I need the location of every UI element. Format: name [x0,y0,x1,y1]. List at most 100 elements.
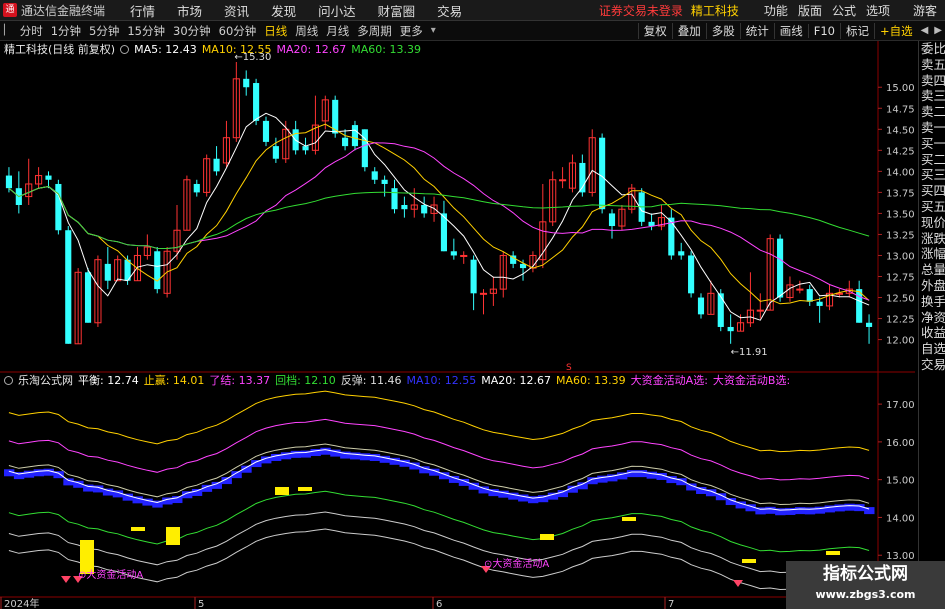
blue-band-block [63,478,74,486]
candle-body-up [796,288,804,291]
ind-ma60-label: MA60: 13.39 [555,373,626,387]
blue-band-block [369,453,381,461]
ind-ma10-label: MA10: 12.55 [406,373,477,387]
period-weekly[interactable]: 周线 [291,23,322,39]
menu-item-news[interactable]: 资讯 [213,1,260,20]
quote-field-18: 收益 [921,325,945,341]
period-30min[interactable]: 30分钟 [169,23,215,39]
settings-circle-icon[interactable] [120,44,130,54]
candle-body-down [816,301,823,306]
candle-body-down [154,251,161,290]
period-daily[interactable]: 日线 [260,23,291,39]
app-logo-icon: 通 [3,3,17,17]
candle-body-down [697,297,705,315]
blue-band-block [290,450,302,458]
quote-field-7: 买二 [921,151,945,167]
menu-item-discover[interactable]: 发现 [260,1,307,20]
collapse-arrow-icon[interactable]: ▏ [0,25,16,36]
quote-field-9: 买四 [921,183,945,199]
quote-field-4: 卖二 [921,104,945,120]
blue-band-block [636,470,648,478]
period-60min[interactable]: 60分钟 [215,23,261,39]
candle-body-down [361,129,368,168]
candle-body-down [45,175,52,180]
prev-icon[interactable]: ◀ [918,25,932,36]
quote-field-6: 买一 [921,135,945,151]
candle-body-down [717,293,724,327]
indicator-settings-icon[interactable] [4,375,13,385]
candle-body-down [421,205,428,214]
add-watchlist-button[interactable]: +自选 [873,22,918,39]
blue-band-block [350,452,361,460]
f10-button[interactable]: F10 [807,23,840,38]
menu-item-wealth[interactable]: 财富圈 [367,1,427,20]
period-multi[interactable]: 多周期 [353,23,396,39]
ma5-label: MA5: 12.43 [134,42,197,56]
candle-body-down [608,213,616,227]
blue-band-block [320,447,331,455]
candle-body-down [243,78,250,88]
balance-label: 平衡: 12.74 [78,374,139,387]
ma5-line [8,112,870,321]
candle-body-down [470,259,477,294]
menu-item-layout[interactable]: 版面 [793,2,827,19]
candle-body-down [5,175,13,189]
period-monthly[interactable]: 月线 [322,23,353,39]
candle-body-down [213,158,220,172]
broker-login-status[interactable]: 证券交易未登录 [599,2,683,19]
chart-area[interactable]: 15.00 14.75 14.50 14.25 14.00 13.75 13.50 13.25… [0,41,915,609]
blue-band-block [557,490,569,498]
quote-field-20: 交易 [921,356,945,372]
candle-body-down [865,322,873,327]
menu-item-trade[interactable]: 交易 [426,1,473,20]
overlay-button[interactable]: 叠加 [671,22,706,39]
quote-field-5: 卖一 [921,119,945,135]
statistics-button[interactable]: 统计 [739,22,774,39]
price-chart-svg[interactable]: 15.00 14.75 14.50 14.25 14.00 13.75 13.50 13.25… [0,41,915,609]
yellow-signal-block [826,551,840,555]
current-stock-name: 精工科技 [690,3,739,18]
candle-body-down [55,183,62,231]
blue-band-block [33,469,45,477]
guest-user[interactable]: 游客 [913,2,937,19]
candle-body-down [806,289,813,302]
candle-body-down [65,230,72,344]
draw-line-button[interactable]: 画线 [773,22,808,39]
period-1min[interactable]: 1分钟 [47,23,85,39]
watermark: 指标公式网 www.zbgs3.com [786,561,945,609]
mark-button[interactable]: 标记 [839,22,874,39]
yellow-signal-block [275,487,289,495]
period-intraday[interactable]: 分时 [16,23,47,39]
blue-band-block [191,488,203,496]
big-fund-signal-1: ⊙大资金活动A [78,568,143,581]
blue-band-block [211,481,222,489]
menu-item-function[interactable]: 功能 [759,2,793,19]
menu-item-formula[interactable]: 公式 [827,2,861,19]
upper-axis-label: 12.50 [886,294,915,305]
period-15min[interactable]: 15分钟 [123,23,169,39]
menu-item-assistant[interactable]: 问小达 [307,1,367,20]
big-fund-signal-2: ⊙大资金活动A [484,557,549,570]
more-arrow-icon[interactable]: ▾ [427,25,440,36]
quote-field-19: 自选 [921,341,945,357]
period-more[interactable]: 更多 [396,23,427,39]
big-fund-a-label: 大资金活动A选: [630,374,708,387]
upper-axis-label: 13.00 [886,251,915,262]
multi-stock-button[interactable]: 多股 [705,22,740,39]
candle-body-down [84,272,92,323]
menu-item-options[interactable]: 选项 [861,2,895,19]
yellow-signal-block [622,517,636,521]
close-out-label: 了结: 13.37 [209,374,271,387]
quote-field-15: 外盘 [921,277,945,293]
upper-axis-label: 12.25 [886,315,915,326]
next-icon[interactable]: ▶ [931,25,945,36]
menu-item-market[interactable]: 市场 [166,1,213,20]
upper-axis-label: 13.75 [886,188,915,199]
menu-item-quotes[interactable]: 行情 [119,1,166,20]
candle-body-down [272,146,279,159]
quote-field-11: 现价 [921,214,945,230]
app-title: 通达信金融终端 [21,3,106,18]
period-5min[interactable]: 5分钟 [85,23,123,39]
adjust-button[interactable]: 复权 [637,22,672,39]
yellow-signal-block [131,527,145,531]
